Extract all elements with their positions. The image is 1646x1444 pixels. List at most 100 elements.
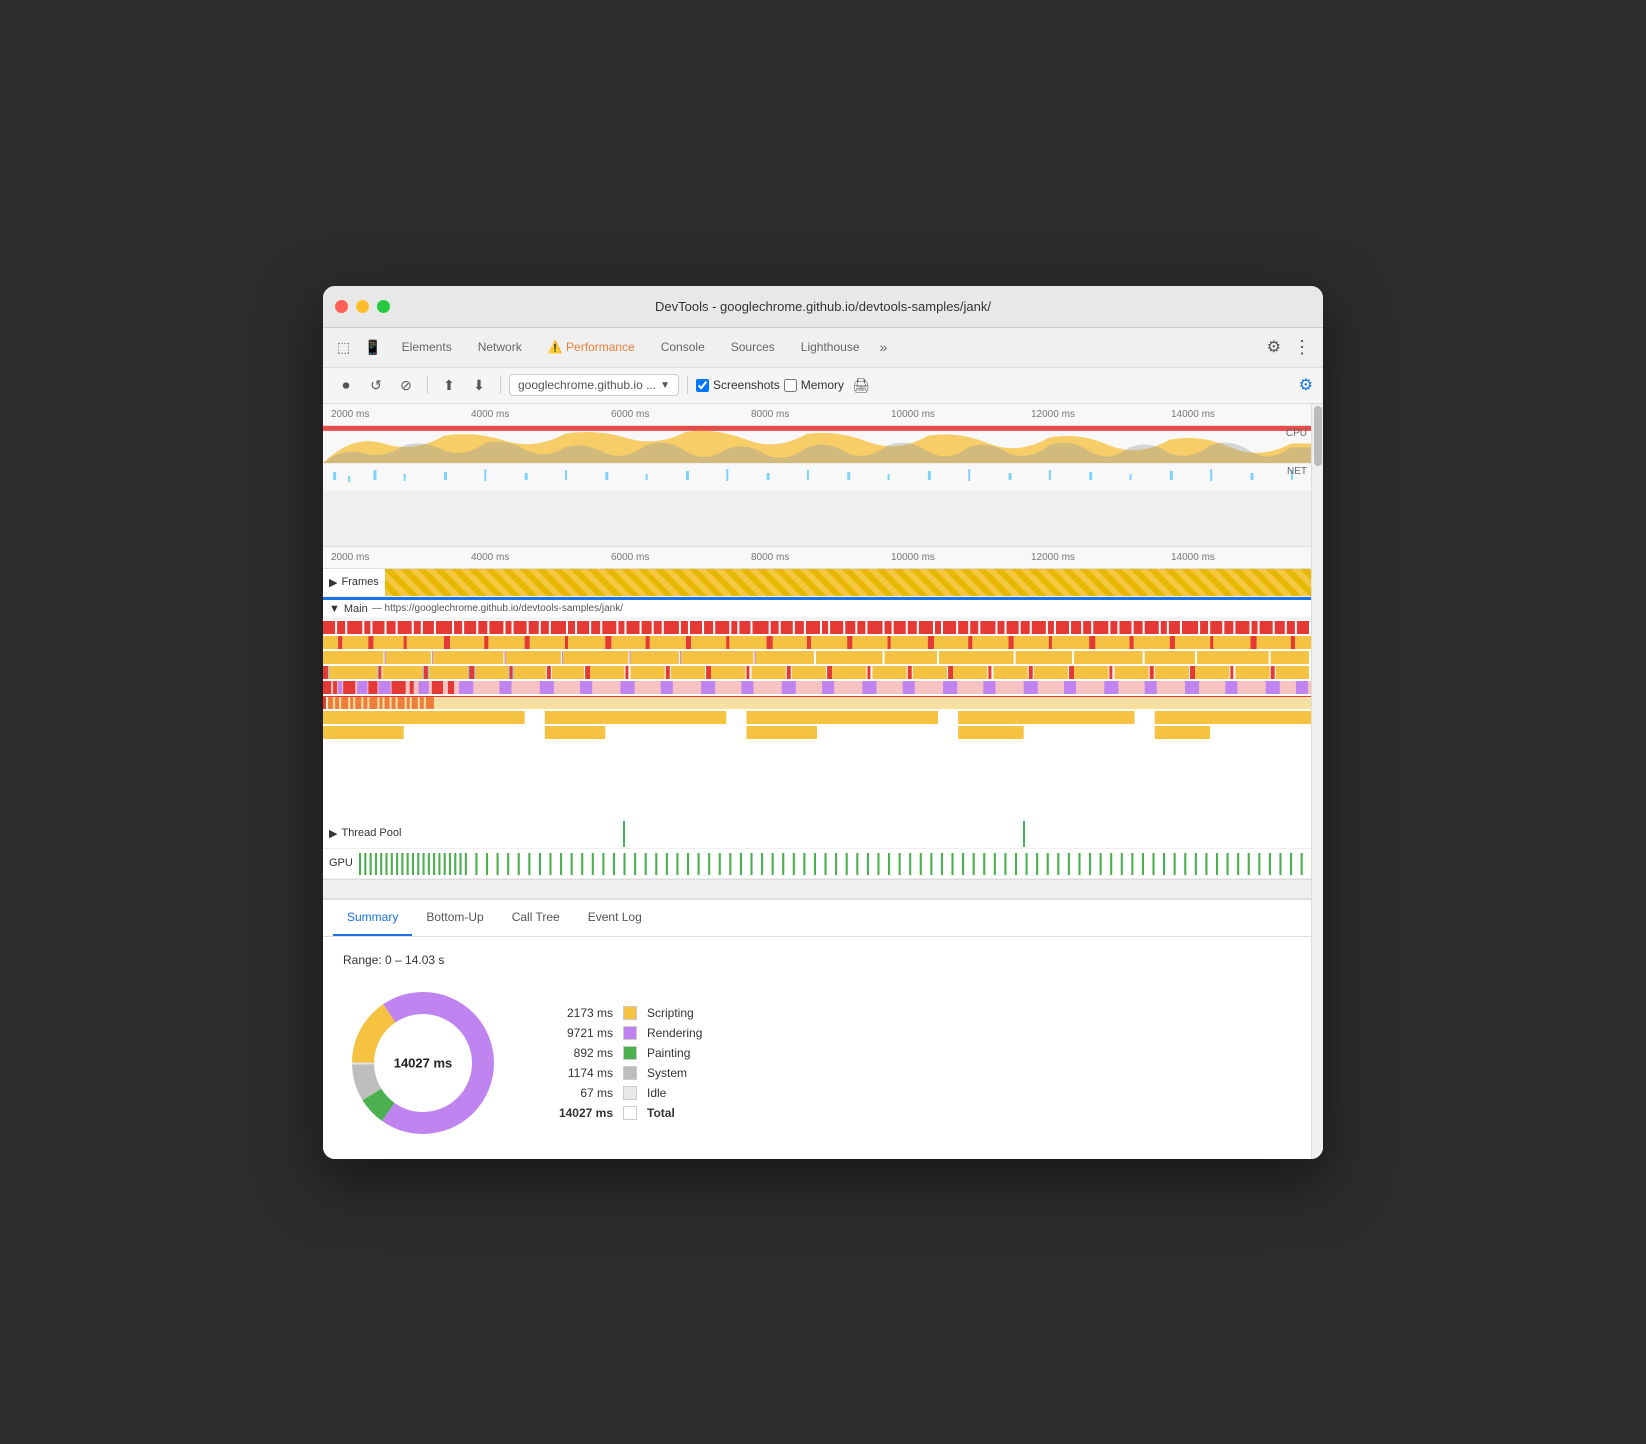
tab-console[interactable]: Console	[649, 334, 717, 360]
net-row[interactable]: NET	[323, 464, 1311, 492]
toolbar-settings-icon[interactable]: ⚙	[1299, 375, 1313, 395]
cpu-row[interactable]: CPU	[323, 426, 1311, 464]
legend-rendering-ms: 9721 ms	[543, 1026, 613, 1040]
donut-center-text: 14027 ms	[394, 1055, 453, 1070]
main-expand-icon: ▼	[329, 603, 340, 615]
main-url: — https://googlechrome.github.io/devtool…	[372, 603, 623, 614]
legend-idle-label: Idle	[647, 1086, 666, 1100]
traffic-lights	[335, 300, 390, 313]
upload-button[interactable]: ⬆	[436, 372, 462, 398]
tab-elements[interactable]: Elements	[390, 334, 464, 360]
legend-scripting-swatch	[623, 1006, 637, 1020]
scrollbar[interactable]	[1311, 404, 1323, 1159]
capture-button[interactable]: 🖨	[848, 372, 874, 398]
panel-divider	[323, 879, 1311, 899]
legend-system: 1174 ms System	[543, 1066, 702, 1080]
tab-summary[interactable]: Summary	[333, 900, 412, 936]
memory-checkbox[interactable]	[784, 379, 797, 392]
separator-2	[500, 376, 501, 394]
separator-3	[687, 376, 688, 394]
maximize-button[interactable]	[377, 300, 390, 313]
legend-painting: 892 ms Painting	[543, 1046, 702, 1060]
url-display[interactable]: googlechrome.github.io ... ▼	[509, 374, 679, 396]
summary-legend: 2173 ms Scripting 9721 ms Rendering 892 …	[543, 1006, 702, 1120]
download-button[interactable]: ⬇	[466, 372, 492, 398]
selection-indicator	[323, 597, 1311, 600]
minimize-button[interactable]	[356, 300, 369, 313]
mark2-8000: 8000 ms	[751, 552, 891, 563]
main-flame-chart[interactable]	[323, 619, 1311, 819]
legend-idle-swatch	[623, 1086, 637, 1100]
record-button[interactable]: ⏺	[333, 372, 359, 398]
legend-rendering: 9721 ms Rendering	[543, 1026, 702, 1040]
tab-more-button[interactable]: »	[874, 335, 894, 359]
legend-idle-ms: 67 ms	[543, 1086, 613, 1100]
mark-2000: 2000 ms	[331, 409, 471, 420]
mark-6000: 6000 ms	[611, 409, 751, 420]
cpu-label: CPU	[1286, 428, 1307, 439]
summary-content: Range: 0 – 14.03 s	[323, 937, 1311, 1159]
tab-bottom-up[interactable]: Bottom-Up	[412, 900, 497, 936]
frames-row[interactable]: ▶ Frames	[323, 569, 1311, 597]
tab-event-log[interactable]: Event Log	[574, 900, 656, 936]
device-icon[interactable]: 📱	[358, 335, 387, 360]
gpu-row[interactable]: GPU	[323, 849, 1311, 879]
tab-sources[interactable]: Sources	[719, 334, 787, 360]
legend-scripting-label: Scripting	[647, 1006, 694, 1020]
mark-14000: 14000 ms	[1171, 409, 1311, 420]
menu-button[interactable]: ⋮	[1289, 333, 1315, 362]
toolbar: ⏺ ↺ ⊘ ⬆ ⬇ googlechrome.github.io ... ▼ S…	[323, 368, 1323, 404]
screenshots-checkbox[interactable]	[696, 379, 709, 392]
summary-body: 14027 ms 2173 ms Scripting 9721 ms	[343, 983, 1291, 1143]
scrollbar-thumb[interactable]	[1314, 406, 1322, 466]
thread-pool-row[interactable]: ▶ Thread Pool	[323, 819, 1311, 849]
content-area: 2000 ms 4000 ms 6000 ms 8000 ms 10000 ms…	[323, 404, 1311, 1159]
legend-total-label: Total	[647, 1106, 675, 1120]
tab-bar: ⬚ 📱 Elements Network ⚠️ Performance Cons…	[323, 328, 1323, 368]
main-thread-header[interactable]: ▼ Main — https://googlechrome.github.io/…	[323, 600, 1311, 619]
legend-system-label: System	[647, 1066, 687, 1080]
legend-painting-label: Painting	[647, 1046, 690, 1060]
tab-lighthouse[interactable]: Lighthouse	[789, 334, 872, 360]
legend-scripting: 2173 ms Scripting	[543, 1006, 702, 1020]
frames-toggle[interactable]: ▶ Frames	[323, 576, 385, 589]
legend-painting-ms: 892 ms	[543, 1046, 613, 1060]
time-ruler-bottom: 2000 ms 4000 ms 6000 ms 8000 ms 10000 ms…	[323, 547, 1311, 569]
mark-8000: 8000 ms	[751, 409, 891, 420]
net-chart	[323, 464, 1311, 492]
timeline-container: 2000 ms 4000 ms 6000 ms 8000 ms 10000 ms…	[323, 404, 1311, 900]
flame-chart-svg	[323, 619, 1311, 819]
legend-painting-swatch	[623, 1046, 637, 1060]
frames-expand-icon: ▶	[329, 576, 337, 589]
settings-button[interactable]: ⚙	[1261, 333, 1287, 361]
refresh-button[interactable]: ↺	[363, 372, 389, 398]
mark2-4000: 4000 ms	[471, 552, 611, 563]
mark-4000: 4000 ms	[471, 409, 611, 420]
mark2-6000: 6000 ms	[611, 552, 751, 563]
screenshots-row: for(let i=0; i<200; i++) { document.writ…	[323, 492, 1311, 547]
tab-network[interactable]: Network	[466, 334, 534, 360]
close-button[interactable]	[335, 300, 348, 313]
frames-bar	[385, 569, 1311, 596]
time-ruler-top: 2000 ms 4000 ms 6000 ms 8000 ms 10000 ms…	[323, 404, 1311, 426]
screenshots-toggle[interactable]: Screenshots	[696, 378, 780, 392]
tab-call-tree[interactable]: Call Tree	[498, 900, 574, 936]
thread-pool-chart	[443, 819, 1303, 849]
thread-pool-label: Thread Pool	[341, 827, 401, 839]
legend-system-swatch	[623, 1066, 637, 1080]
thread-pool-expand-icon: ▶	[329, 827, 337, 840]
memory-toggle[interactable]: Memory	[784, 378, 844, 392]
legend-rendering-swatch	[623, 1026, 637, 1040]
frames-label: Frames	[341, 576, 378, 588]
legend-idle: 67 ms Idle	[543, 1086, 702, 1100]
main-label: Main	[344, 603, 368, 615]
net-label: NET	[1287, 466, 1307, 477]
mark2-12000: 12000 ms	[1031, 552, 1171, 563]
screenshots-chart: for(let i=0; i<200; i++) { document.writ…	[323, 492, 1311, 547]
donut-chart: 14027 ms	[343, 983, 503, 1143]
cursor-icon[interactable]: ⬚	[331, 335, 356, 360]
title-bar: DevTools - googlechrome.github.io/devtoo…	[323, 286, 1323, 328]
clear-button[interactable]: ⊘	[393, 372, 419, 398]
tab-performance[interactable]: ⚠️ Performance	[536, 334, 647, 360]
mark-10000: 10000 ms	[891, 409, 1031, 420]
